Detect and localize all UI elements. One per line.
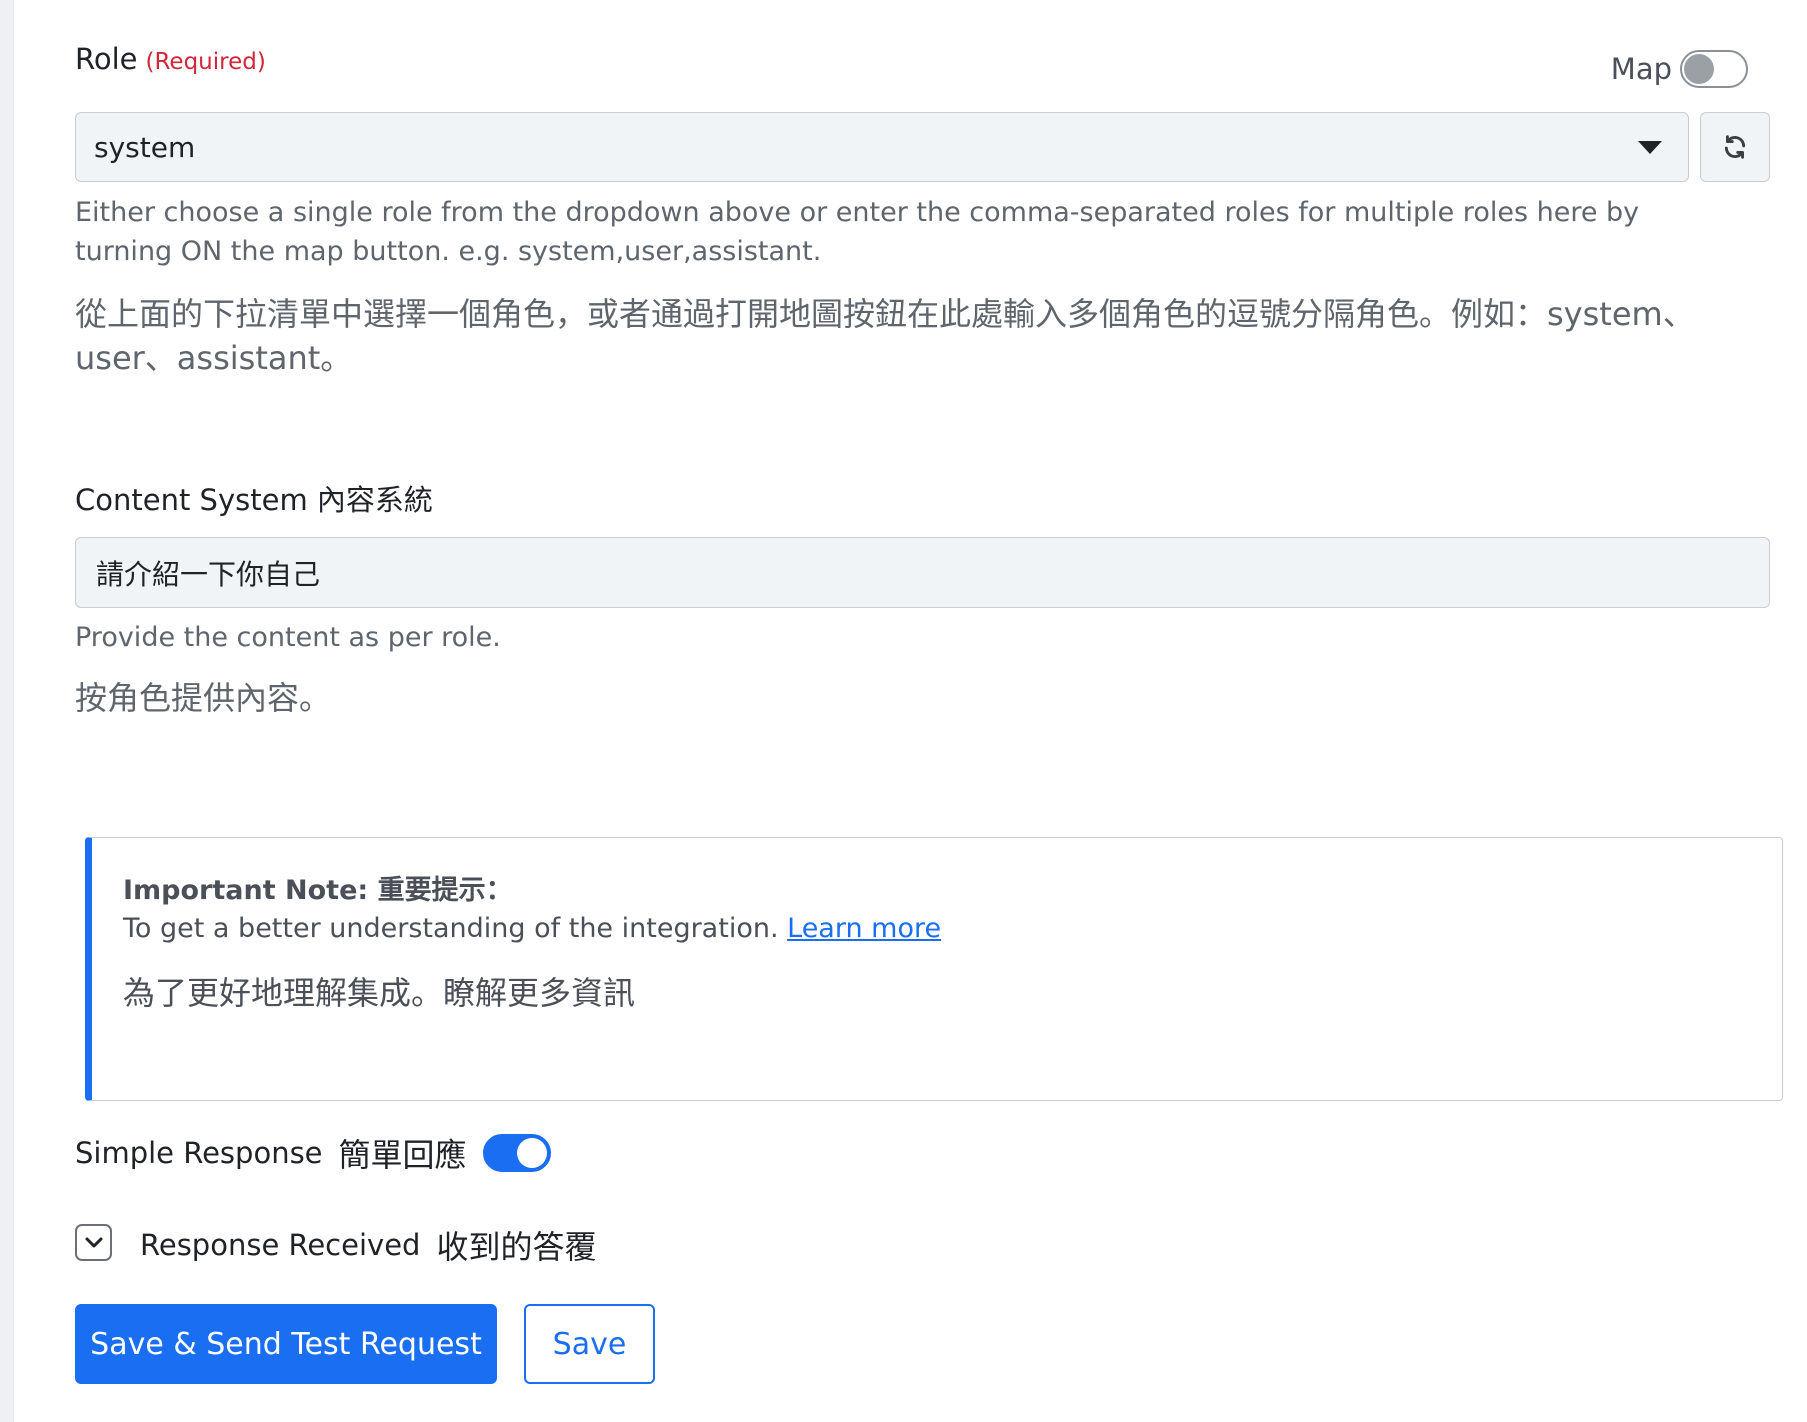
caret-down-icon — [1638, 141, 1662, 154]
role-label: Role — [75, 42, 138, 76]
content-help-text: Provide the content as per role. — [75, 622, 501, 653]
save-send-test-request-button[interactable]: Save & Send Test Request — [75, 1304, 497, 1384]
simple-response-label-zh: 簡單回應 — [338, 1136, 467, 1174]
response-received-expand-button[interactable] — [75, 1224, 112, 1261]
simple-response-toggle[interactable] — [482, 1134, 551, 1172]
note-text-zh: 為了更好地理解集成。瞭解更多資訊 — [123, 974, 636, 1012]
chevron-down-icon — [85, 1237, 102, 1247]
note-text: To get a better understanding of the int… — [123, 913, 779, 944]
response-received-label: Response Received — [140, 1228, 421, 1262]
required-indicator: (Required) — [145, 49, 266, 75]
save-button[interactable]: Save — [524, 1304, 655, 1384]
refresh-icon — [1724, 135, 1746, 159]
note-text-row: To get a better understanding of the int… — [123, 910, 1751, 948]
form-panel: Role (Required) Map system Either choose … — [13, 0, 1807, 1422]
response-received-row: Response Received 收到的答覆 — [140, 1222, 596, 1268]
simple-response-toggle-knob — [516, 1138, 547, 1168]
role-select[interactable]: system — [75, 112, 1689, 182]
role-help-text: Either choose a single role from the dro… — [75, 197, 1640, 267]
learn-more-link[interactable]: Learn more — [787, 913, 941, 944]
content-system-input[interactable]: 請介紹一下你自己 — [75, 537, 1770, 608]
refresh-button[interactable] — [1700, 112, 1770, 182]
content-help-text-zh: 按角色提供內容。 — [75, 679, 332, 717]
simple-response-row: Simple Response 簡單回應 — [75, 1130, 551, 1176]
map-toggle-knob — [1684, 54, 1714, 84]
content-system-value: 請介紹一下你自己 — [96, 557, 321, 591]
map-toggle[interactable] — [1680, 50, 1748, 88]
role-select-value: system — [94, 130, 196, 164]
role-help-text-zh: 從上面的下拉清單中選擇一個角色，或者通過打開地圖按鈕在此處輸入多個角色的逗號分隔… — [75, 295, 1695, 377]
content-system-label: Content System 內容系統 — [75, 483, 433, 517]
important-note: Important Note: 重要提示： To get a better un… — [85, 837, 1783, 1101]
simple-response-label: Simple Response — [75, 1136, 323, 1170]
map-label: Map — [1610, 52, 1672, 86]
map-toggle-group: Map — [1611, 50, 1748, 88]
note-title: Important Note: 重要提示： — [123, 875, 513, 906]
role-label-row: Role (Required) — [75, 42, 266, 76]
response-received-label-zh: 收到的答覆 — [436, 1228, 597, 1266]
